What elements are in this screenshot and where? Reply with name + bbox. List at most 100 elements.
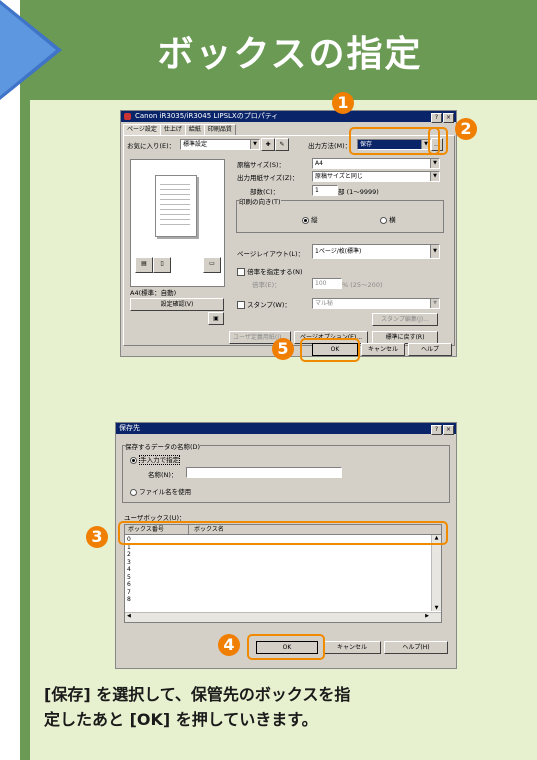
stamp-edit-button[interactable]: スタンプ編集(J)... [372, 313, 438, 326]
table-row[interactable]: 6 [127, 581, 131, 588]
copies-input[interactable]: 1 [312, 185, 338, 196]
preview-layout-icon[interactable]: ▤ [135, 257, 153, 273]
step-marker-5: 5 [272, 338, 294, 360]
help-button[interactable]: ヘルプ [408, 343, 452, 356]
copies-range: 部 (1～9999) [338, 188, 379, 196]
paper-size-label: 原稿サイズ(S)： [237, 161, 286, 169]
box-row-highlight [118, 521, 448, 545]
output-size-select[interactable]: 原稿サイズと同じ ▼ [312, 171, 440, 182]
step-marker-2: 2 [455, 118, 477, 140]
stamp-label: スタンプ(W)： [247, 301, 291, 309]
settings-confirm-button[interactable]: 設定確認(V) [130, 298, 224, 311]
save-title: 保存先 [119, 424, 140, 432]
preview-printer-icon[interactable]: ▭ [203, 257, 221, 273]
name-input[interactable] [186, 467, 342, 478]
scroll-down-icon[interactable]: ▼ [432, 605, 441, 611]
output-method-highlight [349, 127, 440, 155]
scroll-left-icon[interactable]: ◀ [127, 613, 131, 619]
tab-page-setup[interactable]: ページ設定 [123, 124, 161, 135]
table-row[interactable]: 5 [127, 574, 131, 581]
scroll-right-icon[interactable]: ▶ [425, 613, 429, 619]
file-name-label: ファイル名を使用 [139, 488, 192, 496]
details-button-highlight [428, 127, 448, 155]
page-title: ボックスの指定 [157, 34, 423, 75]
output-method-label: 出力方法(M)： [308, 142, 352, 150]
tab-print-quality[interactable]: 印刷品質 [203, 124, 236, 135]
close-button[interactable]: × [443, 425, 454, 435]
properties-titlebar: Canon iR3035/iR3045 LIPSLXのプロパティ ? × [121, 111, 456, 123]
stamp-select[interactable]: マル秘 ▼ [312, 298, 440, 309]
paper-size-select[interactable]: A4 ▼ [312, 158, 440, 169]
chevron-down-icon: ▼ [430, 299, 439, 308]
stamp-value: マル秘 [315, 300, 334, 307]
scale-checkbox[interactable]: 倍率を指定する(N) [237, 266, 303, 276]
landscape-label: 横 [389, 216, 396, 224]
step-marker-1: 1 [332, 92, 354, 114]
layout-label: ページレイアウト(L)： [237, 250, 305, 258]
help-question-button[interactable]: ? [431, 113, 442, 123]
preview-pane: ▤ ▯ ▭ [130, 159, 225, 287]
preview-page-icon[interactable]: ▯ [153, 257, 171, 273]
instruction-caption: [保存] を選択して、保管先のボックスを指 定したあと [OK] を押していきま… [44, 682, 504, 732]
name-label: 名称(N)： [148, 471, 178, 479]
save-cancel-button[interactable]: キャンセル [323, 641, 381, 654]
table-row[interactable]: 4 [127, 566, 131, 573]
vertical-scrollbar[interactable]: ▲ ▼ [431, 535, 441, 611]
save-titlebar: 保存先 ? × [116, 423, 456, 435]
ok-highlight [300, 338, 360, 362]
edit-favorite-icon[interactable]: ✎ [275, 138, 289, 151]
help-question-button[interactable]: ? [431, 425, 442, 435]
favorites-value: 標準設定 [183, 141, 208, 148]
table-row[interactable]: 8 [127, 596, 131, 603]
page-setup-body: お気に入り(E)： 標準設定 ▼ ✚ ✎ 出力方法(M)： 保存 ▼ … ▤ ▯ ▭… [123, 135, 455, 346]
step-marker-4: 4 [218, 634, 240, 656]
table-row[interactable]: 2 [127, 551, 131, 558]
portrait-label: 縦 [311, 216, 318, 224]
tab-bar: ページ設定 仕上げ 給紙 印刷品質 [123, 124, 236, 135]
stamp-checkbox[interactable]: スタンプ(W)： [237, 299, 291, 309]
tab-paper-source[interactable]: 給紙 [184, 124, 205, 135]
favorites-label: お気に入り(E)： [127, 142, 176, 150]
layout-value: 1ページ/枚(標準) [315, 248, 362, 255]
horizontal-scrollbar[interactable]: ◀ ▶ [125, 612, 441, 622]
scale-checkbox-label: 倍率を指定する(N) [247, 268, 303, 276]
manual-entry-label: 手入力で指定 [139, 455, 181, 465]
printer-icon [124, 113, 131, 120]
tab-finishing[interactable]: 仕上げ [159, 124, 186, 135]
manual-entry-option[interactable]: 手入力で指定 [130, 454, 181, 465]
arrow-highlight-icon [0, 4, 56, 96]
scale-input[interactable]: 100 [312, 278, 342, 289]
add-favorite-icon[interactable]: ✚ [261, 138, 275, 151]
left-accent-bar [20, 0, 30, 760]
chevron-down-icon: ▼ [250, 140, 259, 149]
table-row[interactable]: 3 [127, 559, 131, 566]
properties-title: Canon iR3035/iR3045 LIPSLXのプロパティ [135, 112, 279, 120]
orientation-label: 印刷の向き(T) [239, 196, 281, 206]
output-size-value: 原稿サイズと同じ [315, 173, 363, 180]
scale-range: % (25～200) [342, 281, 383, 289]
scale-value: 100 [315, 280, 327, 287]
caption-line-2: 定したあと [OK] を押していきます。 [44, 710, 318, 729]
cancel-button[interactable]: キャンセル [361, 343, 405, 356]
chevron-down-icon: ▼ [430, 245, 439, 258]
chevron-down-icon: ▼ [430, 172, 439, 181]
chevron-down-icon: ▼ [430, 159, 439, 168]
save-ok-highlight [247, 634, 325, 660]
save-destination-dialog: 保存先 ? × 保存するデータの名称(D) 手入力で指定 名称(N)： ファイル名… [115, 422, 457, 669]
preview-toggle-icon[interactable]: ▣ [208, 312, 224, 325]
save-help-button[interactable]: ヘルプ(H) [384, 641, 448, 654]
landscape-option[interactable]: 横 [380, 214, 396, 224]
close-button[interactable]: × [443, 113, 454, 123]
caption-line-1: [保存] を選択して、保管先のボックスを指 [44, 685, 351, 704]
copies-value: 1 [315, 187, 319, 194]
copies-label: 部数(C)： [250, 188, 280, 196]
output-size-label: 出力用紙サイズ(Z)： [237, 174, 299, 182]
paper-size-value: A4 [315, 160, 323, 167]
portrait-option[interactable]: 縦 [302, 214, 318, 224]
table-row[interactable]: 7 [127, 589, 131, 596]
step-marker-3: 3 [86, 526, 108, 548]
layout-select[interactable]: 1ページ/枚(標準) ▼ [312, 244, 440, 259]
file-name-option[interactable]: ファイル名を使用 [130, 486, 191, 496]
preview-caption: A4(標準：自動) [130, 289, 177, 297]
favorites-select[interactable]: 標準設定 ▼ [180, 139, 260, 150]
